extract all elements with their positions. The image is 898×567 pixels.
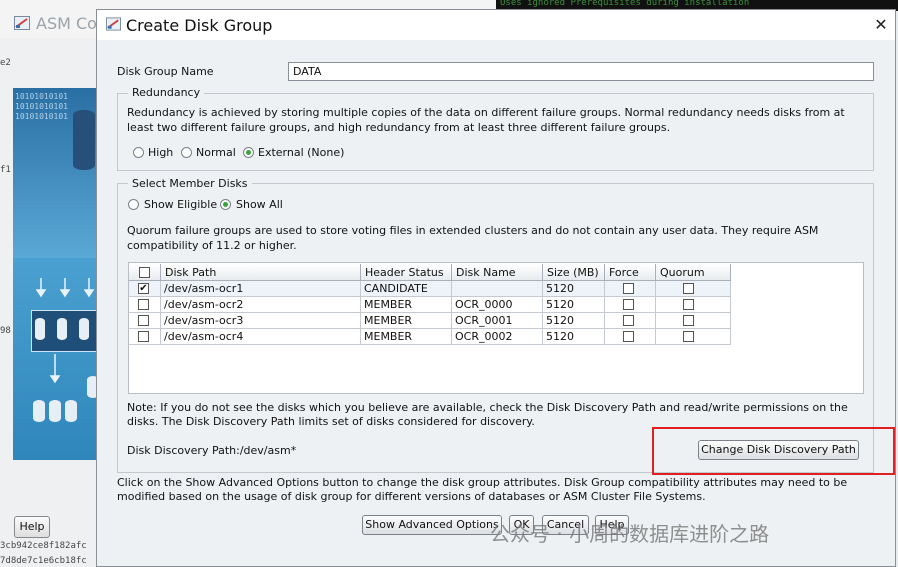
background-fragment: 98	[0, 326, 11, 336]
force-checkbox[interactable]	[623, 283, 634, 294]
disk-name-cell: OCR_0002	[452, 329, 543, 345]
radio-normal[interactable]	[181, 147, 192, 158]
dialog-titlebar: Create Disk Group ✕	[97, 10, 895, 40]
terminal-text: Uses ignored Prerequisites during instal…	[500, 0, 750, 8]
disk-group-name-label: Disk Group Name	[117, 65, 214, 78]
header-status-cell: MEMBER	[361, 313, 452, 329]
redundancy-group-title: Redundancy	[128, 86, 205, 99]
force-checkbox[interactable]	[623, 331, 634, 342]
close-icon[interactable]: ✕	[871, 15, 891, 35]
dialog-title: Create Disk Group	[126, 16, 273, 35]
table-cell	[656, 329, 731, 345]
show-advanced-options-button[interactable]: Show Advanced Options	[362, 515, 502, 535]
radio-show-eligible-label: Show Eligible	[144, 198, 218, 211]
table-cell	[605, 297, 656, 313]
binary-pattern: 10101010101 10101010101 10101010101	[15, 92, 68, 121]
table-header-quorum[interactable]: Quorum	[656, 264, 731, 281]
header-status-cell: MEMBER	[361, 297, 452, 313]
radio-show-eligible[interactable]	[128, 199, 139, 210]
table-cell	[129, 329, 161, 345]
table-cell	[129, 313, 161, 329]
radio-external[interactable]	[243, 147, 254, 158]
table-header-disk-name[interactable]: Disk Name	[452, 264, 543, 281]
size-cell: 5120	[543, 329, 605, 345]
radio-show-all[interactable]	[220, 199, 231, 210]
table-cell	[656, 281, 731, 297]
background-window-title: ASM Co	[36, 14, 97, 33]
disk-name-cell: OCR_0000	[452, 297, 543, 313]
member-disks-group-title: Select Member Disks	[128, 177, 252, 190]
background-fragment: f1	[0, 165, 11, 175]
force-checkbox[interactable]	[623, 315, 634, 326]
row-select-checkbox[interactable]	[138, 299, 149, 310]
background-fragment: 3cb942ce8f182afc	[0, 541, 87, 551]
redundancy-description: Redundancy is achieved by storing multip…	[127, 106, 845, 134]
header-status-cell: CANDIDATE	[361, 281, 452, 297]
header-status-cell: MEMBER	[361, 329, 452, 345]
radio-normal-label: Normal	[196, 146, 236, 159]
table-header-disk-path[interactable]: Disk Path	[161, 264, 361, 281]
table-header-select[interactable]	[129, 264, 161, 281]
highlight-box	[652, 427, 895, 475]
background-help-button[interactable]: Help	[14, 516, 50, 538]
radio-external-label: External (None)	[258, 146, 345, 159]
row-select-checkbox[interactable]	[138, 331, 149, 342]
disk-name-cell: OCR_0001	[452, 313, 543, 329]
disk-path-cell: /dev/asm-ocr1	[161, 281, 361, 297]
table-cell	[605, 329, 656, 345]
advanced-options-note: Click on the Show Advanced Options butto…	[117, 476, 848, 503]
table-cell	[605, 313, 656, 329]
quorum-checkbox[interactable]	[683, 315, 694, 326]
discovery-note: Note: If you do not see the disks which …	[127, 401, 848, 428]
table-header-force[interactable]: Force	[605, 264, 656, 281]
disk-path-cell: /dev/asm-ocr4	[161, 329, 361, 345]
table-cell: ✔	[129, 281, 161, 297]
table-cell	[129, 297, 161, 313]
disk-name-cell	[452, 281, 543, 297]
quorum-checkbox[interactable]	[683, 331, 694, 342]
table-cell	[656, 297, 731, 313]
installer-icon	[14, 16, 30, 30]
size-cell: 5120	[543, 281, 605, 297]
radio-show-all-label: Show All	[236, 198, 283, 211]
row-select-checkbox[interactable]	[138, 315, 149, 326]
radio-high[interactable]	[133, 147, 144, 158]
size-cell: 5120	[543, 297, 605, 313]
quorum-note: Quorum failure groups are used to store …	[127, 224, 819, 252]
installer-side-art: 10101010101 10101010101 10101010101	[13, 88, 97, 460]
background-fragment: e2	[0, 58, 11, 68]
disk-path-cell: /dev/asm-ocr2	[161, 297, 361, 313]
disk-path-cell: /dev/asm-ocr3	[161, 313, 361, 329]
discovery-path-label: Disk Discovery Path:/dev/asm*	[127, 444, 297, 457]
installer-icon	[106, 17, 121, 31]
disk-group-name-input[interactable]: DATA	[288, 62, 874, 81]
select-all-checkbox[interactable]	[139, 267, 150, 278]
table-header-status[interactable]: Header Status	[361, 264, 452, 281]
disk-table: Disk Path Header Status Disk Name Size (…	[128, 262, 864, 394]
table-cell	[656, 313, 731, 329]
background-fragment: 7d8de7c1e6cb18fc	[0, 556, 87, 566]
arrows-graphic	[35, 278, 95, 384]
force-checkbox[interactable]	[623, 299, 634, 310]
quorum-checkbox[interactable]	[683, 283, 694, 294]
row-select-checkbox[interactable]: ✔	[138, 283, 149, 294]
quorum-checkbox[interactable]	[683, 299, 694, 310]
table-cell	[605, 281, 656, 297]
size-cell: 5120	[543, 313, 605, 329]
watermark-text: 公众号 · 小周的数据库进阶之路	[490, 522, 770, 546]
radio-high-label: High	[148, 146, 174, 159]
table-header-size[interactable]: Size (MB)	[543, 264, 605, 281]
